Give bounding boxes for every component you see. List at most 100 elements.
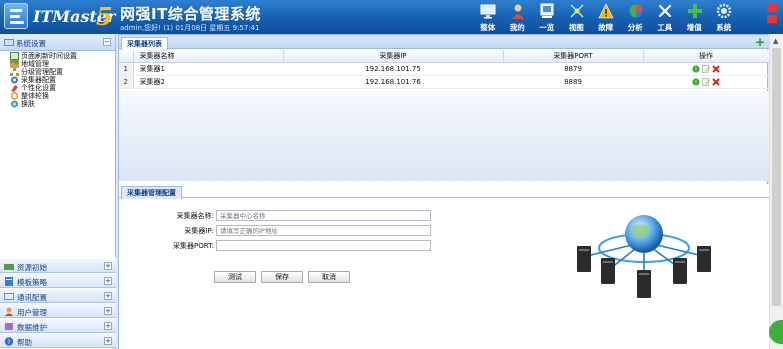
add-collector-button[interactable]: +	[755, 36, 765, 48]
expand-toggle[interactable]: +	[104, 322, 112, 330]
settings-folder-icon	[4, 39, 14, 46]
warning-icon	[598, 3, 614, 19]
collector-table: 采集器名称 采集器IP 采集器PORT 操作 1 采集器1 192.168.10…	[119, 50, 770, 89]
column-header-ip[interactable]: 采集器IP	[283, 50, 504, 63]
edit-icon[interactable]	[702, 64, 710, 73]
template-icon	[5, 277, 13, 286]
nav-item-fault[interactable]: 故障	[591, 0, 621, 34]
collector-name-label: 采集器名称:	[176, 212, 214, 220]
database-icon	[5, 323, 13, 330]
expand-toggle[interactable]: +	[104, 262, 112, 270]
actions-cell: !	[643, 62, 769, 76]
svg-text:!: !	[695, 66, 697, 73]
settings-tree: 页面刷新时间设置 地域管理 分级管理配置 采集器配置 个性化设置 整体轮换 换肤	[0, 51, 115, 108]
row-number-header	[119, 50, 134, 63]
nav-item-overview[interactable]: 一览	[532, 0, 562, 34]
collector-ip-label: 采集器IP:	[184, 227, 214, 235]
map-icon	[10, 60, 19, 68]
expand-toggle[interactable]: +	[104, 337, 112, 345]
close-icon	[767, 4, 777, 23]
sidebar-section-data[interactable]: 数据维护 +	[0, 318, 116, 333]
collector-config-panel: 采集器管理配置 采集器名称: 采集器IP: 采集器PORT: 测试 保存 取消	[119, 184, 769, 349]
row-number: 1	[119, 62, 134, 76]
tab-collector-config[interactable]: 采集器管理配置	[121, 186, 182, 199]
table-row[interactable]: 1 采集器1 192.168.101.75 8879 !	[119, 62, 769, 76]
nav-item-system[interactable]: 系统	[709, 0, 739, 34]
sidebar-section-users[interactable]: 用户管理 +	[0, 303, 116, 318]
brand-version: 5	[96, 2, 113, 31]
cancel-button[interactable]: 取消	[308, 271, 350, 283]
table-header-row: 采集器名称 采集器IP 采集器PORT 操作	[119, 50, 770, 63]
collector-ip-input[interactable]	[216, 225, 431, 236]
column-header-port[interactable]: 采集器PORT	[503, 50, 644, 63]
status-ok-icon[interactable]: !	[692, 77, 700, 86]
actions-cell: !	[643, 75, 769, 89]
sidebar: 系统设置 − 页面刷新时间设置 地域管理 分级管理配置 采集器配置 个性化设置 …	[0, 34, 116, 349]
row-number: 2	[119, 75, 134, 89]
expand-toggle[interactable]: +	[104, 277, 112, 285]
nav-item-tools[interactable]: 工具	[650, 0, 680, 34]
status-ok-icon[interactable]: !	[692, 64, 700, 73]
pie-chart-icon	[629, 4, 642, 18]
svg-text:?: ?	[7, 339, 10, 346]
hierarchy-icon	[10, 68, 19, 76]
sidebar-sections: 资源初始 + 模板策略 + 通讯配置 + 用户管理 + 数据维护 + ? 帮助 …	[0, 258, 116, 348]
collector-port-cell: 8879	[503, 62, 643, 76]
sidebar-header[interactable]: 系统设置 −	[0, 34, 115, 51]
monitor-icon	[480, 4, 496, 19]
table-empty-area	[119, 91, 769, 181]
collapse-toggle[interactable]: −	[103, 38, 111, 46]
plus-icon	[687, 4, 702, 18]
collector-port-cell: 8889	[503, 75, 643, 89]
app-header: ITMaster 5 网强IT综合管理系统 admin,您好! (1) 01月0…	[0, 0, 783, 34]
collector-ip-cell: 192.168.101.75	[283, 62, 503, 76]
topology-icon	[570, 4, 583, 18]
user-status-line: admin,您好! (1) 01月08日 星期五 9:57:41	[120, 24, 260, 32]
app-title: 网强IT综合管理系统	[120, 5, 261, 23]
user-icon	[511, 4, 524, 19]
sidebar-section-template[interactable]: 模板策略 +	[0, 273, 116, 288]
test-button[interactable]: 测试	[214, 271, 256, 283]
collector-port-input[interactable]	[216, 240, 431, 251]
sidebar-section-communication[interactable]: 通讯配置 +	[0, 288, 116, 303]
table-row[interactable]: 2 采集器2 192.168.101.76 8889 !	[119, 75, 769, 89]
nav-item-whole[interactable]: 整体	[473, 0, 503, 34]
refresh-icon	[10, 52, 19, 60]
window-controls[interactable]	[763, 0, 783, 34]
main-panel: 采集器列表 + 采集器名称 采集器IP 采集器PORT 操作 1 采集器1 19…	[118, 34, 770, 349]
sidebar-section-help[interactable]: ? 帮助 +	[0, 333, 116, 348]
edit-icon[interactable]	[702, 77, 710, 86]
network-diagram-illustration	[577, 215, 711, 298]
tools-icon	[658, 4, 672, 18]
collector-name-input[interactable]	[216, 210, 431, 221]
help-icon: ?	[4, 337, 14, 346]
sidebar-item-skin[interactable]: 换肤	[8, 100, 115, 108]
personalize-icon	[11, 85, 18, 92]
nav-item-mine[interactable]: 我的	[503, 0, 533, 34]
top-nav: 整体 我的 一览 视图 故障 分析 工具 增值 系统	[473, 0, 739, 34]
vertical-scrollbar[interactable]: ▲	[769, 34, 783, 349]
rotate-icon	[10, 92, 19, 100]
nav-item-view[interactable]: 视图	[562, 0, 592, 34]
app-logo-icon	[4, 3, 28, 29]
communication-icon	[4, 293, 14, 300]
overview-icon	[540, 3, 554, 18]
config-tabbar: 采集器管理配置	[119, 184, 769, 199]
delete-icon[interactable]	[712, 77, 720, 86]
collector-list-tabbar: 采集器列表 +	[119, 35, 769, 50]
expand-toggle[interactable]: +	[104, 307, 112, 315]
scroll-up-icon[interactable]: ▲	[773, 37, 778, 45]
collector-name-cell: 采集器1	[133, 62, 283, 76]
scroll-thumb[interactable]	[772, 48, 781, 306]
collector-ip-cell: 192.168.101.76	[283, 75, 503, 89]
column-header-name[interactable]: 采集器名称	[133, 50, 284, 63]
resource-icon	[4, 264, 14, 270]
nav-item-value-added[interactable]: 增值	[680, 0, 710, 34]
delete-icon[interactable]	[712, 64, 720, 73]
collector-icon	[11, 76, 18, 84]
sidebar-section-resource[interactable]: 资源初始 +	[0, 258, 116, 273]
save-button[interactable]: 保存	[261, 271, 303, 283]
nav-item-analysis[interactable]: 分析	[621, 0, 651, 34]
tab-collector-list[interactable]: 采集器列表	[121, 37, 168, 50]
expand-toggle[interactable]: +	[104, 292, 112, 300]
